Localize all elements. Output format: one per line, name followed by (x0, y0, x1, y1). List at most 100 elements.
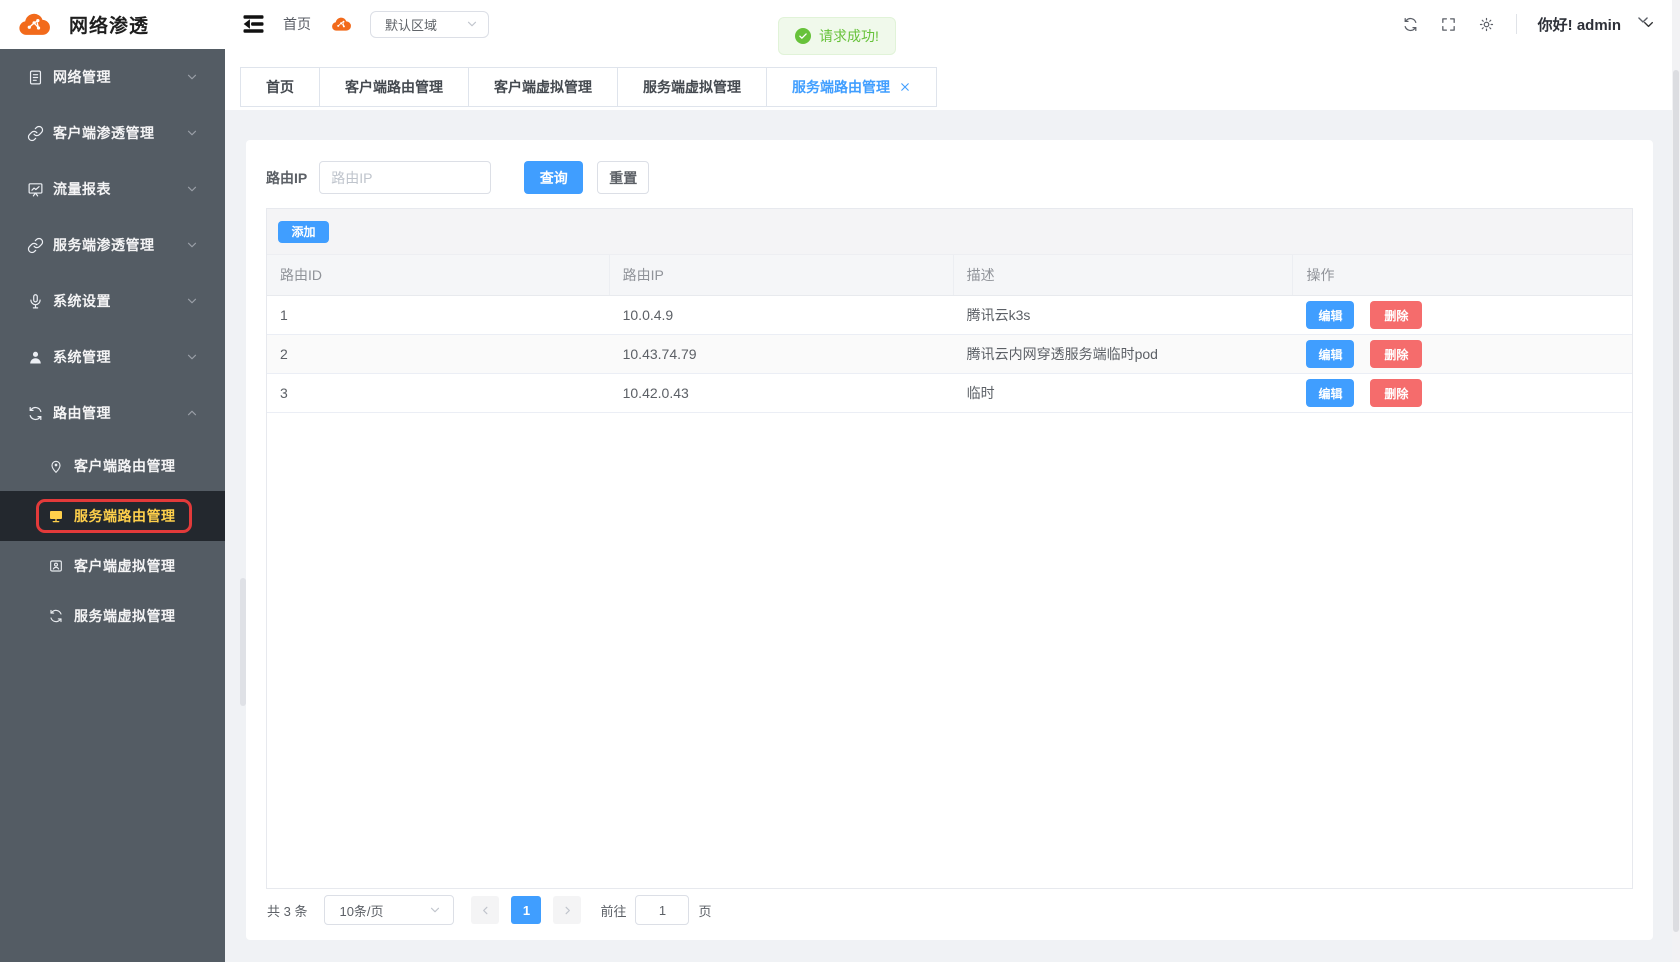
cell-route-ip: 10.0.4.9 (610, 307, 954, 323)
search-button[interactable]: 查询 (524, 161, 583, 194)
sidebar-menu-label: 流量报表 (53, 179, 186, 199)
sidebar-menu-item[interactable]: 系统设置 (0, 273, 225, 329)
sidebar-submenu-item[interactable]: 服务端路由管理 (0, 491, 225, 541)
app-title: 网络渗透 (69, 11, 149, 38)
table-panel: 添加 路由ID 路由IP 描述 操作 1 10.0.4.9 腾讯云k3s 编辑 (266, 208, 1633, 889)
sidebar-menu-item[interactable]: 客户端渗透管理 (0, 105, 225, 161)
pagination: 共 3 条 10条/页 1 前往 页 (267, 895, 712, 925)
sidebar-menu-label: 服务端渗透管理 (53, 235, 186, 255)
current-page[interactable]: 1 (511, 896, 541, 924)
chevron-down-icon (186, 351, 198, 363)
main-area: 首页 默认区域 请求成功! 你好! admin 首页 (225, 0, 1680, 962)
filter-row: 路由IP 查询 重置 (266, 161, 649, 194)
refresh-icon[interactable] (1402, 16, 1419, 33)
page-size-value: 10条/页 (339, 901, 383, 920)
page-size-select[interactable]: 10条/页 (324, 895, 454, 925)
sidebar-submenu-item[interactable]: 客户端虚拟管理 (0, 541, 225, 591)
cell-route-ip: 10.42.0.43 (610, 385, 954, 401)
sidebar-menu-label: 客户端渗透管理 (53, 123, 186, 143)
page-scrollbar-thumb[interactable] (1673, 70, 1679, 932)
sync-icon (48, 608, 64, 624)
chevron-down-icon (429, 904, 441, 916)
tab[interactable]: 首页 (240, 67, 320, 107)
goto-page-input[interactable] (635, 895, 689, 925)
sidebar-scrollbar-thumb[interactable] (240, 578, 246, 706)
tab[interactable]: 客户端路由管理 (319, 67, 469, 107)
cell-desc: 腾讯云内网穿透服务端临时pod (954, 344, 1294, 364)
sidebar-submenu-label: 服务端虚拟管理 (74, 606, 176, 626)
chevron-right-icon (562, 905, 573, 916)
sidebar-menu-label: 网络管理 (53, 67, 186, 87)
sidebar: 网络渗透 网络管理 客户端渗透管理 流量报表 服务端渗 (0, 0, 225, 962)
breadcrumb[interactable]: 首页 (283, 14, 311, 34)
tab-label: 首页 (266, 77, 294, 97)
sidebar-menu-item[interactable]: 系统管理 (0, 329, 225, 385)
sidebar-menu: 网络管理 客户端渗透管理 流量报表 服务端渗透管理 (0, 49, 225, 441)
chevron-down-icon (186, 183, 198, 195)
delete-button[interactable]: 删除 (1370, 301, 1422, 329)
user-icon (27, 349, 44, 366)
region-select-value: 默认区域 (385, 15, 437, 34)
sidebar-menu-item[interactable]: 路由管理 (0, 385, 225, 441)
chevron-down-icon (186, 295, 198, 307)
sidebar-submenu-item[interactable]: 客户端路由管理 (0, 441, 225, 491)
tab[interactable]: 客户端虚拟管理 (468, 67, 618, 107)
active-highlight-box: 客户端路由管理 (48, 456, 176, 476)
column-header-route-ip: 路由IP (610, 255, 954, 295)
tab-label: 客户端路由管理 (345, 77, 443, 97)
sidebar-submenu-item[interactable]: 服务端虚拟管理 (0, 591, 225, 641)
edit-button[interactable]: 编辑 (1306, 301, 1354, 329)
table-row: 1 10.0.4.9 腾讯云k3s 编辑 删除 (267, 296, 1632, 335)
tab[interactable]: 服务端路由管理 (766, 67, 937, 107)
tabs-dropdown-icon[interactable] (1636, 13, 1650, 27)
edit-button[interactable]: 编辑 (1306, 340, 1354, 368)
reset-button[interactable]: 重置 (597, 161, 649, 194)
add-button[interactable]: 添加 (278, 221, 329, 243)
monitor-icon (48, 508, 64, 524)
sidebar-submenu: 客户端路由管理 服务端路由管理 客户端虚拟管理 (0, 441, 225, 641)
page-unit-label: 页 (698, 901, 711, 920)
close-icon[interactable] (899, 81, 911, 93)
cell-desc: 临时 (954, 383, 1294, 403)
delete-button[interactable]: 删除 (1370, 340, 1422, 368)
column-header-route-id: 路由ID (267, 255, 610, 295)
delete-button[interactable]: 删除 (1370, 379, 1422, 407)
chevron-down-icon (186, 239, 198, 251)
cloud-logo-icon (10, 8, 56, 42)
sidebar-menu-item[interactable]: 流量报表 (0, 161, 225, 217)
divider (1516, 14, 1517, 34)
sidebar-collapse-icon[interactable] (240, 12, 267, 36)
cell-actions: 编辑 删除 (1293, 301, 1632, 329)
user-greeting[interactable]: 你好! admin (1538, 14, 1621, 35)
region-select[interactable]: 默认区域 (370, 11, 489, 38)
cloud-icon[interactable] (327, 14, 354, 35)
content-card: 路由IP 查询 重置 添加 路由ID 路由IP 描述 操作 1 10.0.4.9 (246, 140, 1653, 940)
sidebar-menu-item[interactable]: 服务端渗透管理 (0, 217, 225, 273)
pagination-total: 共 3 条 (267, 901, 307, 920)
active-highlight-box: 服务端路由管理 (36, 499, 192, 533)
fullscreen-icon[interactable] (1440, 16, 1457, 33)
edit-button[interactable]: 编辑 (1306, 379, 1354, 407)
page-scrollbar (1672, 0, 1680, 962)
cell-actions: 编辑 删除 (1293, 379, 1632, 407)
next-page-button[interactable] (553, 896, 581, 924)
cell-route-ip: 10.43.74.79 (610, 346, 954, 362)
success-check-icon (795, 28, 811, 44)
theme-icon[interactable] (1478, 16, 1495, 33)
success-toast: 请求成功! (778, 17, 896, 55)
column-header-desc: 描述 (954, 255, 1294, 295)
route-ip-input[interactable] (319, 161, 491, 194)
sidebar-menu-label: 系统设置 (53, 291, 186, 311)
sidebar-submenu-label: 客户端虚拟管理 (74, 556, 176, 576)
tab[interactable]: 服务端虚拟管理 (617, 67, 767, 107)
column-header-actions: 操作 (1293, 255, 1632, 295)
tabbar: 首页 客户端路由管理 客户端虚拟管理 服务端虚拟管理 服务端路由管理 (225, 67, 1680, 110)
goto-label: 前往 (600, 901, 626, 920)
sidebar-menu-label: 路由管理 (53, 403, 186, 423)
link-icon (27, 237, 44, 254)
sidebar-menu-item[interactable]: 网络管理 (0, 49, 225, 105)
toast-message: 请求成功! (819, 26, 879, 46)
report-board-icon (27, 181, 44, 198)
active-highlight-box: 客户端虚拟管理 (48, 556, 176, 576)
prev-page-button[interactable] (471, 896, 499, 924)
